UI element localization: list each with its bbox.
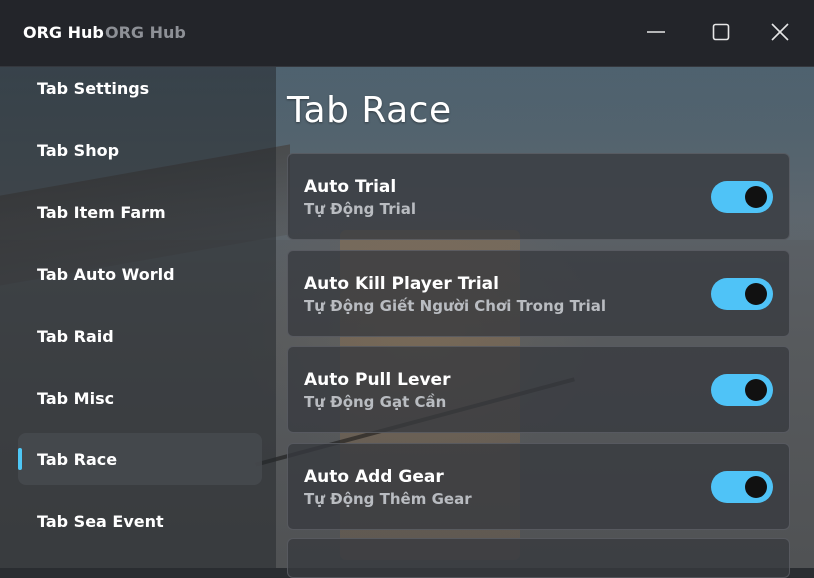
toggle-switch[interactable] — [711, 181, 773, 213]
toggle-card-auto-add-gear[interactable]: Auto Add Gear Tự Động Thêm Gear — [287, 443, 790, 530]
app-title: ORG Hub — [23, 23, 104, 42]
sidebar-item-item-farm[interactable]: Tab Item Farm — [18, 186, 262, 238]
toggle-title: Auto Kill Player Trial — [304, 274, 499, 294]
app-subtitle: ORG Hub — [105, 23, 186, 42]
toggle-card-next[interactable] — [287, 538, 790, 578]
sidebar-item-label: Tab Shop — [37, 140, 120, 160]
title-bar: ORG Hub ORG Hub — [0, 0, 814, 67]
sidebar-item-auto-world[interactable]: Tab Auto World — [18, 248, 262, 300]
toggle-switch[interactable] — [711, 471, 773, 503]
toggle-subtitle: Tự Động Trial — [304, 200, 417, 218]
active-indicator — [18, 448, 22, 470]
maximize-icon — [712, 23, 730, 41]
toggle-subtitle: Tự Động Gạt Cần — [304, 393, 447, 411]
sidebar-item-label: Tab Sea Event — [37, 511, 164, 531]
sidebar-item-label: Tab Item Farm — [37, 202, 166, 222]
minimize-button[interactable] — [642, 18, 670, 46]
sidebar-item-shop[interactable]: Tab Shop — [18, 124, 262, 176]
toggle-switch[interactable] — [711, 278, 773, 310]
sidebar-item-race[interactable]: Tab Race — [18, 433, 262, 485]
toggle-switch[interactable] — [711, 374, 773, 406]
toggle-title: Auto Pull Lever — [304, 370, 451, 390]
toggle-card-auto-kill-player-trial[interactable]: Auto Kill Player Trial Tự Động Giết Ngườ… — [287, 250, 790, 337]
toggle-card-auto-trial[interactable]: Auto Trial Tự Động Trial — [287, 153, 790, 240]
maximize-button[interactable] — [707, 18, 735, 46]
toggle-knob — [745, 186, 767, 208]
sidebar-item-settings[interactable]: Tab Settings — [18, 67, 262, 114]
toggle-knob — [745, 476, 767, 498]
sidebar: Tab Settings Tab Shop Tab Item Farm Tab … — [0, 67, 276, 568]
sidebar-item-label: Tab Auto World — [37, 264, 175, 284]
sidebar-item-label: Tab Settings — [37, 78, 150, 98]
minimize-icon — [647, 31, 665, 33]
toggle-subtitle: Tự Động Thêm Gear — [304, 490, 472, 508]
close-icon — [771, 23, 789, 41]
page-title: Tab Race — [287, 90, 452, 131]
sidebar-item-misc[interactable]: Tab Misc — [18, 372, 262, 424]
toggle-card-auto-pull-lever[interactable]: Auto Pull Lever Tự Động Gạt Cần — [287, 346, 790, 433]
sidebar-item-raid[interactable]: Tab Raid — [18, 310, 262, 362]
sidebar-item-label: Tab Misc — [37, 388, 115, 408]
sidebar-item-label: Tab Race — [37, 449, 118, 469]
close-button[interactable] — [766, 18, 794, 46]
toggle-subtitle: Tự Động Giết Người Chơi Trong Trial — [304, 297, 606, 315]
toggle-knob — [745, 283, 767, 305]
toggle-title: Auto Add Gear — [304, 467, 444, 487]
toggle-title: Auto Trial — [304, 177, 397, 197]
sidebar-item-sea-event[interactable]: Tab Sea Event — [18, 495, 262, 547]
sidebar-item-label: Tab Raid — [37, 326, 114, 346]
toggle-knob — [745, 379, 767, 401]
